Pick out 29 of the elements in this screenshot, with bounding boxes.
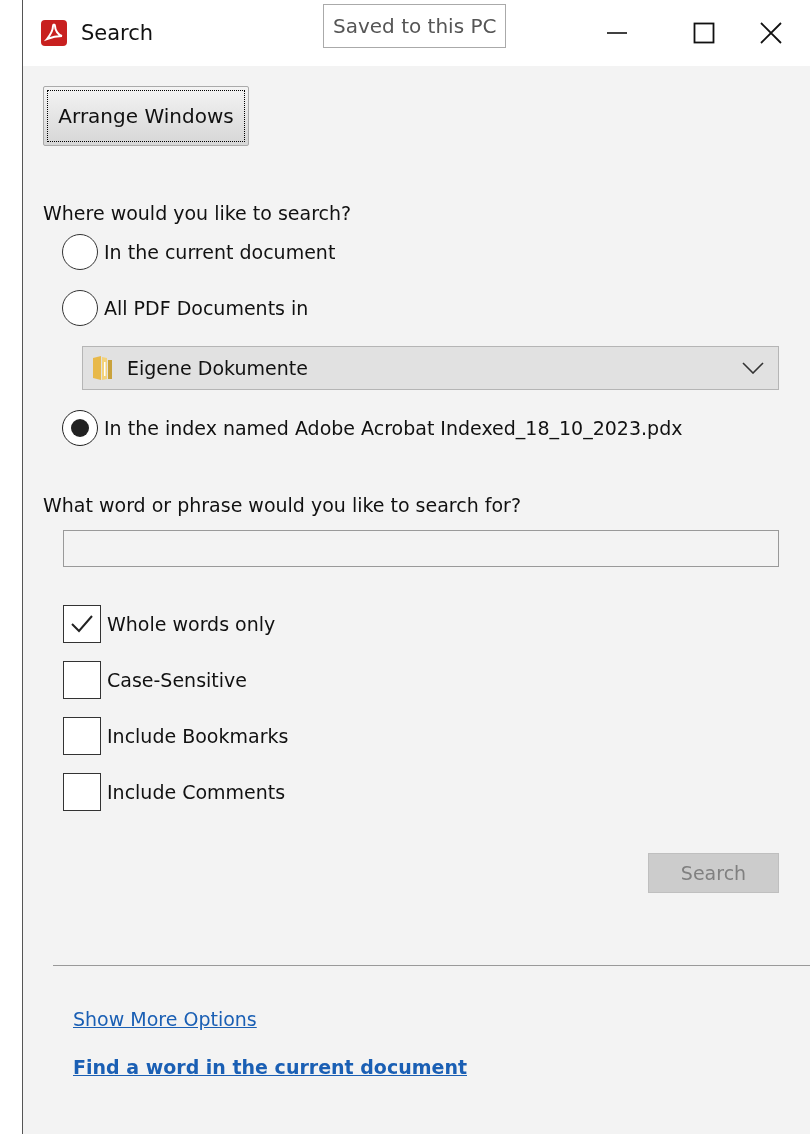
checkbox[interactable] [63, 605, 101, 643]
radio-button[interactable] [62, 234, 98, 270]
radio-label: In the current document [104, 241, 336, 263]
radio-button[interactable] [62, 410, 98, 446]
radio-label: In the index named Adobe Acrobat Indexed_18_10_2023.pdx [104, 417, 683, 439]
close-icon[interactable] [760, 22, 782, 44]
checkbox-label: Case-Sensitive [107, 669, 247, 691]
section-label: Where would you like to search? [43, 202, 353, 224]
checkbox-label: Whole words only [107, 613, 276, 635]
folder-icon [91, 354, 115, 382]
chevron-down-icon [742, 362, 764, 374]
checkbox[interactable] [63, 773, 101, 811]
checkbox[interactable] [63, 661, 101, 699]
folder-dropdown[interactable]: Eigene Dokumente [82, 346, 779, 390]
checkmark-icon [70, 614, 94, 634]
link[interactable]: Show More Options [73, 1008, 257, 1030]
app-icon [41, 20, 67, 46]
link[interactable]: Find a word in the current document [73, 1056, 467, 1078]
tooltip: Saved to this PC [323, 4, 507, 48]
arrange-windows-button[interactable]: Arrange Windows [43, 86, 249, 146]
search-field[interactable] [63, 530, 779, 567]
maximize-icon[interactable] [693, 22, 715, 44]
checkbox-label: Include Comments [107, 781, 286, 803]
checkbox[interactable] [63, 717, 101, 755]
checkbox-label: Include Bookmarks [107, 725, 289, 747]
window-title: Search [81, 21, 154, 45]
radio-button[interactable] [62, 290, 98, 326]
radio-label: All PDF Documents in [104, 297, 309, 319]
field-label: What word or phrase would you like to search for? [43, 494, 522, 516]
